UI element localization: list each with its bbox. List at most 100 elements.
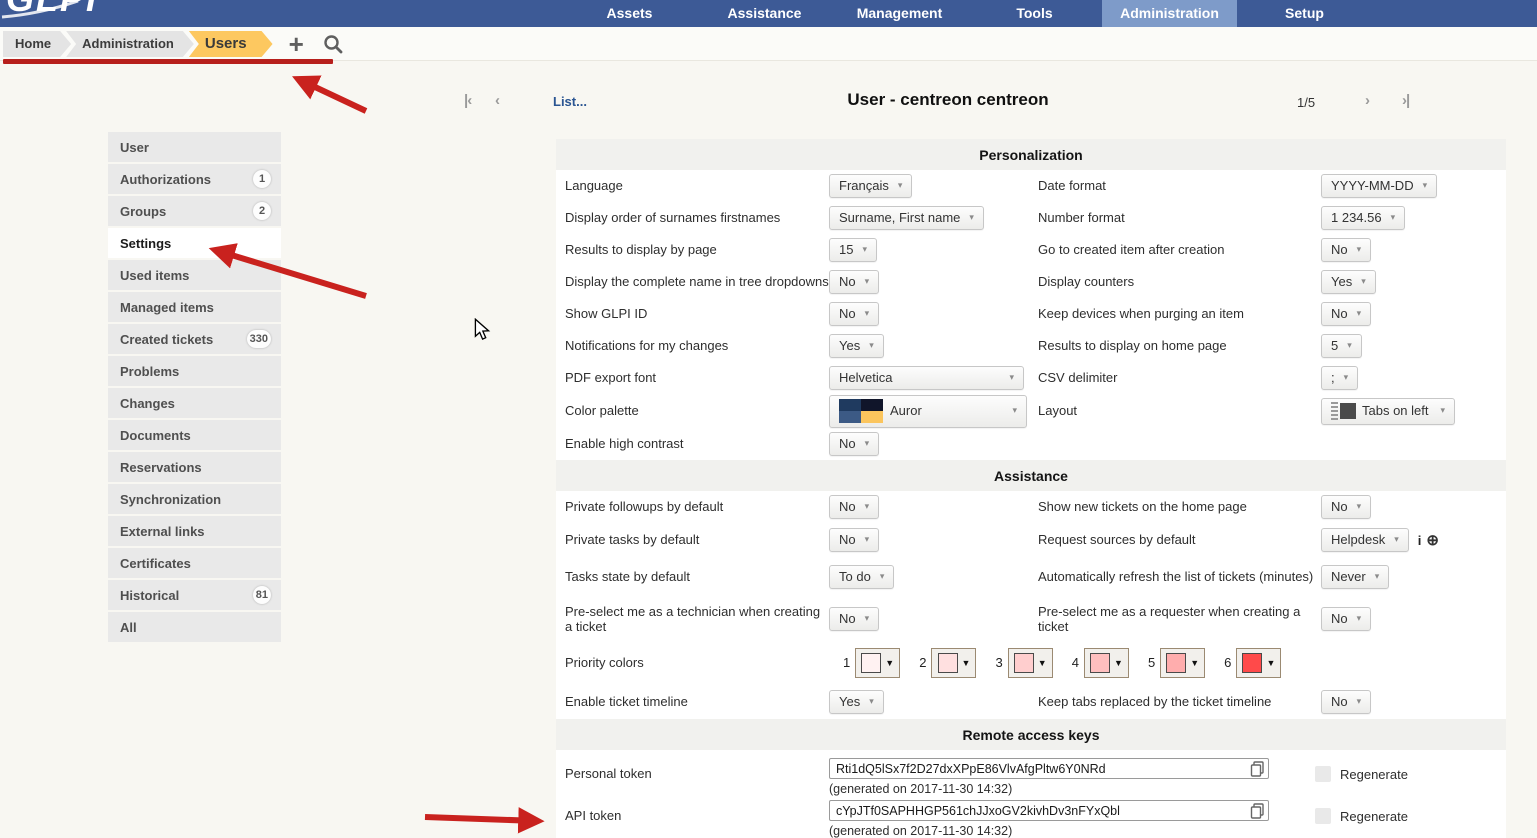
go-to-created-select[interactable]: No▾	[1321, 238, 1371, 262]
name-order-select[interactable]: Surname, First name▾	[829, 206, 984, 230]
sidebar-item-external-links[interactable]: External links	[108, 516, 281, 546]
main-menu: Assets Assistance Management Tools Admin…	[562, 0, 1372, 27]
count-badge: 1	[253, 170, 271, 188]
sidebar-item-user[interactable]: User	[108, 132, 281, 162]
chevron-down-icon: ▼	[962, 658, 971, 668]
number-format-select[interactable]: 1 234.56▾	[1321, 206, 1405, 230]
high-contrast-select[interactable]: No▾	[829, 432, 879, 456]
breadcrumb-users[interactable]: Users	[189, 31, 273, 57]
api-token-generated: (generated on 2017-11-30 14:32)	[829, 824, 1321, 838]
chevron-down-icon: ▾	[865, 276, 870, 287]
field-label-request-sources: Request sources by default	[1038, 532, 1321, 547]
sidebar-item-created-tickets[interactable]: Created tickets330	[108, 324, 281, 354]
field-label-number-format: Number format	[1038, 210, 1321, 225]
field-label-preselect-requester: Pre-select me as a requester when creati…	[1038, 604, 1321, 635]
pager-prev-button[interactable]: ‹	[495, 92, 499, 109]
priority-4-color-select[interactable]: ▼	[1084, 648, 1129, 678]
display-counters-select[interactable]: Yes▾	[1321, 270, 1376, 294]
personal-token-input[interactable]	[829, 758, 1269, 779]
notifications-select[interactable]: Yes▾	[829, 334, 884, 358]
regenerate-api-token-checkbox[interactable]	[1315, 808, 1331, 824]
sidebar-item-problems[interactable]: Problems	[108, 356, 281, 386]
csv-delimiter-select[interactable]: ;▾	[1321, 366, 1358, 390]
menu-tools[interactable]: Tools	[967, 0, 1102, 27]
chevron-down-icon: ▼	[1114, 658, 1123, 668]
preselect-technician-select[interactable]: No▾	[829, 607, 879, 631]
sidebar-item-historical[interactable]: Historical81	[108, 580, 281, 610]
menu-administration[interactable]: Administration	[1102, 0, 1237, 27]
field-label-new-tickets-home: Show new tickets on the home page	[1038, 499, 1321, 514]
sidebar-item-reservations[interactable]: Reservations	[108, 452, 281, 482]
priority-2-color-select[interactable]: ▼	[931, 648, 976, 678]
auto-refresh-select[interactable]: Never▾	[1321, 565, 1389, 589]
priority-5-color-select[interactable]: ▼	[1160, 648, 1205, 678]
request-sources-select[interactable]: Helpdesk▾	[1321, 528, 1409, 552]
add-icon[interactable]: +	[289, 31, 304, 57]
settings-form: Personalization LanguageFrançais▾Date fo…	[556, 139, 1506, 838]
menu-management[interactable]: Management	[832, 0, 967, 27]
sidebar-item-used-items[interactable]: Used items	[108, 260, 281, 290]
api-token-input[interactable]	[829, 800, 1269, 821]
copy-icon[interactable]	[1250, 761, 1265, 782]
chevron-down-icon: ▾	[898, 180, 903, 191]
breadcrumb-administration[interactable]: Administration	[66, 31, 194, 57]
chevron-down-icon: ▼	[1266, 658, 1275, 668]
menu-assistance[interactable]: Assistance	[697, 0, 832, 27]
regenerate-personal-token-checkbox[interactable]	[1315, 766, 1331, 782]
pager-first-button[interactable]: |‹	[464, 92, 471, 109]
count-badge: 2	[253, 202, 271, 220]
priority-1-color-select[interactable]: ▼	[855, 648, 900, 678]
field-label-keep-tabs: Keep tabs replaced by the ticket timelin…	[1038, 694, 1321, 709]
menu-assets[interactable]: Assets	[562, 0, 697, 27]
chevron-down-icon: ▾	[1357, 696, 1362, 707]
priority-6-color-select[interactable]: ▼	[1236, 648, 1281, 678]
info-icon[interactable]: i	[1418, 533, 1422, 548]
add-source-icon[interactable]: ⊕	[1426, 531, 1439, 549]
chevron-down-icon: ▾	[869, 696, 874, 707]
sidebar-item-synchronization[interactable]: Synchronization	[108, 484, 281, 514]
show-glpi-id-select[interactable]: No▾	[829, 302, 879, 326]
layout-select[interactable]: Tabs on left ▾	[1321, 398, 1455, 425]
sidebar-item-changes[interactable]: Changes	[108, 388, 281, 418]
sidebar-item-documents[interactable]: Documents	[108, 420, 281, 450]
pager-last-button[interactable]: ›|	[1402, 92, 1409, 109]
pager-next-button[interactable]: ›	[1365, 92, 1369, 109]
breadcrumb: Home Administration Users +	[3, 31, 344, 57]
preselect-requester-select[interactable]: No▾	[1321, 607, 1371, 631]
private-tasks-select[interactable]: No▾	[829, 528, 879, 552]
color-palette-select[interactable]: Auror ▾	[829, 395, 1027, 428]
results-home-select[interactable]: 5▾	[1321, 334, 1362, 358]
sidebar-item-managed-items[interactable]: Managed items	[108, 292, 281, 322]
sidebar-item-all[interactable]: All	[108, 612, 281, 642]
results-per-page-select[interactable]: 15▾	[829, 238, 877, 262]
tasks-state-select[interactable]: To do▾	[829, 565, 894, 589]
breadcrumb-home[interactable]: Home	[3, 31, 71, 57]
ticket-timeline-select[interactable]: Yes▾	[829, 690, 884, 714]
sidebar-item-certificates[interactable]: Certificates	[108, 548, 281, 578]
section-header-remote-access-keys: Remote access keys	[556, 719, 1506, 750]
copy-icon[interactable]	[1250, 803, 1265, 824]
menu-setup[interactable]: Setup	[1237, 0, 1372, 27]
field-label-results-home: Results to display on home page	[1038, 338, 1321, 353]
priority-3-color-select[interactable]: ▼	[1008, 648, 1053, 678]
regenerate-label: Regenerate	[1340, 767, 1408, 782]
date-format-select[interactable]: YYYY-MM-DD▾	[1321, 174, 1437, 198]
private-followups-select[interactable]: No▾	[829, 495, 879, 519]
sidebar-item-settings[interactable]: Settings	[108, 228, 281, 258]
language-select[interactable]: Français▾	[829, 174, 912, 198]
field-label-ticket-timeline: Enable ticket timeline	[556, 694, 829, 709]
list-link[interactable]: List...	[553, 94, 587, 109]
field-label-notifications: Notifications for my changes	[556, 338, 829, 353]
pdf-font-select[interactable]: Helvetica▾	[829, 366, 1024, 390]
tree-dropdowns-select[interactable]: No▾	[829, 270, 879, 294]
keep-devices-select[interactable]: No▾	[1321, 302, 1371, 326]
sidebar-item-groups[interactable]: Groups2	[108, 196, 281, 226]
search-icon[interactable]	[322, 33, 344, 55]
glpi-logo-swoosh	[0, 0, 110, 27]
chevron-down-icon: ▾	[1361, 276, 1366, 287]
new-tickets-home-select[interactable]: No▾	[1321, 495, 1371, 519]
field-label-auto-refresh: Automatically refresh the list of ticket…	[1038, 569, 1321, 584]
sidebar-item-authorizations[interactable]: Authorizations1	[108, 164, 281, 194]
chevron-down-icon: ▾	[1344, 372, 1349, 383]
keep-tabs-select[interactable]: No▾	[1321, 690, 1371, 714]
